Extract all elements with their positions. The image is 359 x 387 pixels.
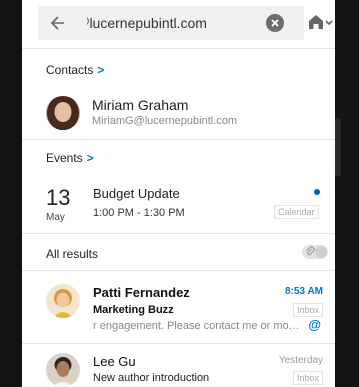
chevron-down-icon — [325, 20, 333, 26]
event-month: May — [46, 212, 65, 223]
divider — [22, 343, 335, 344]
message-sender: Lee Gu — [93, 354, 136, 369]
clear-icon[interactable] — [266, 14, 284, 32]
message-sender: Patti Fernandez — [93, 285, 190, 300]
message-preview: r engagement. Please contact me or more … — [93, 320, 303, 332]
list-item[interactable]: Patti Fernandez Marketing Buzz r engagem… — [22, 272, 335, 342]
contact-email: MiriamG@lucernepubintl.com — [92, 115, 238, 127]
event-day: 13 — [46, 185, 71, 210]
avatar — [46, 284, 80, 318]
divider — [22, 233, 335, 234]
all-results-header: All results — [46, 247, 99, 261]
chevron-right-icon: > — [97, 63, 105, 77]
unread-dot-icon — [314, 189, 320, 195]
contacts-header-label: Contacts — [46, 63, 94, 77]
events-section-header[interactable]: Events > — [46, 151, 94, 165]
device-bezel-left — [0, 0, 22, 387]
chevron-right-icon: > — [86, 151, 94, 165]
event-title[interactable]: Budget Update — [93, 186, 180, 201]
search-bar: ⁾lucernepubintl.com — [38, 6, 304, 40]
account-switcher-button[interactable] — [307, 11, 335, 33]
event-time: 1:00 PM - 1:30 PM — [93, 207, 185, 219]
avatar — [46, 353, 80, 387]
divider — [22, 270, 335, 271]
message-folder-tag: Inbox — [292, 303, 323, 317]
back-arrow-icon[interactable] — [48, 13, 68, 33]
message-subject: Marketing Buzz — [93, 304, 174, 316]
device-side-button — [335, 118, 341, 176]
message-time: 8:53 AM — [285, 286, 323, 297]
event-calendar-tag: Calendar — [274, 205, 319, 219]
avatar[interactable] — [46, 96, 80, 130]
device-bezel-right — [335, 0, 359, 387]
search-results-screen: ⁾lucernepubintl.com Contacts > Miriam Gra… — [22, 0, 335, 387]
attachment-filter-toggle[interactable] — [302, 245, 328, 259]
events-header-label: Events — [46, 151, 83, 165]
mention-icon: @ — [308, 317, 321, 332]
message-time: Yesterday — [278, 355, 323, 366]
message-subject: New author introduction — [93, 372, 210, 384]
home-icon — [309, 15, 323, 29]
message-folder-tag: Inbox — [292, 371, 323, 385]
search-input[interactable]: ⁾lucernepubintl.com — [86, 15, 207, 32]
contact-name[interactable]: Miriam Graham — [92, 97, 188, 113]
divider — [22, 139, 335, 140]
divider — [22, 48, 335, 49]
contacts-section-header[interactable]: Contacts > — [46, 63, 104, 77]
list-item[interactable]: Lee Gu New author introduction Yesterday… — [22, 345, 335, 387]
toggle-knob — [315, 246, 327, 258]
